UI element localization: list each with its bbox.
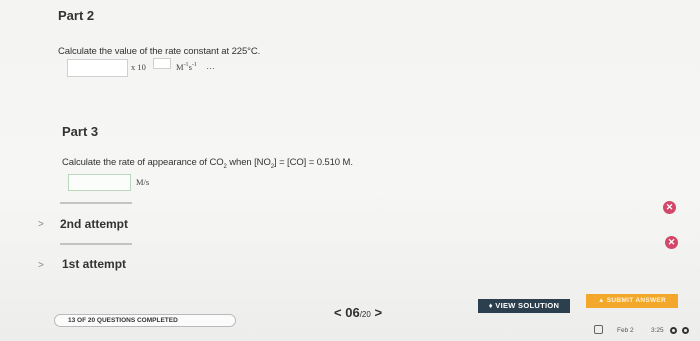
question-total: /20 (359, 310, 371, 319)
taskbar-date: Feb 2 (617, 327, 634, 334)
rate-constant-input[interactable] (67, 59, 128, 77)
status-dot-icon (682, 327, 689, 334)
times-ten-label: x 10 (131, 62, 146, 72)
prev-question-button[interactable]: < (334, 305, 342, 320)
pager: < 06/20 > (334, 305, 382, 320)
submit-answer-button[interactable]: ▲ SUBMIT ANSWER (586, 294, 678, 308)
error-icon: ✕ (663, 201, 676, 214)
divider (60, 243, 132, 245)
part2-question: Calculate the value of the rate constant… (58, 46, 261, 57)
progress-indicator: 13 OF 20 QUESTIONS COMPLETED (54, 314, 236, 327)
next-question-button[interactable]: > (374, 305, 382, 320)
units-label: M-1s-1 (176, 62, 197, 72)
more-icon[interactable]: … (206, 61, 215, 71)
error-icon: ✕ (665, 236, 678, 249)
part2-title: Part 2 (58, 8, 95, 23)
part3-question: Calculate the rate of appearance of CO2 … (62, 157, 353, 170)
app-icon[interactable] (594, 325, 603, 334)
divider (60, 202, 132, 204)
taskbar-time: 3:25 (651, 327, 664, 334)
attempt-1-label[interactable]: 1st attempt (62, 257, 126, 271)
view-solution-button[interactable]: ♦ VIEW SOLUTION (478, 299, 570, 313)
expand-1st-attempt-icon[interactable]: > (38, 260, 44, 271)
attempt-2-label[interactable]: 2nd attempt (60, 217, 128, 231)
rate-units-label: M/s (136, 177, 150, 187)
exponent-input[interactable] (153, 58, 171, 69)
status-dot-icon (670, 327, 677, 334)
submit-icon: ▲ (597, 297, 607, 304)
part3-title: Part 3 (62, 124, 99, 139)
current-question: 06 (345, 305, 360, 320)
rate-input[interactable] (68, 174, 131, 191)
expand-2nd-attempt-icon[interactable]: > (38, 219, 44, 230)
